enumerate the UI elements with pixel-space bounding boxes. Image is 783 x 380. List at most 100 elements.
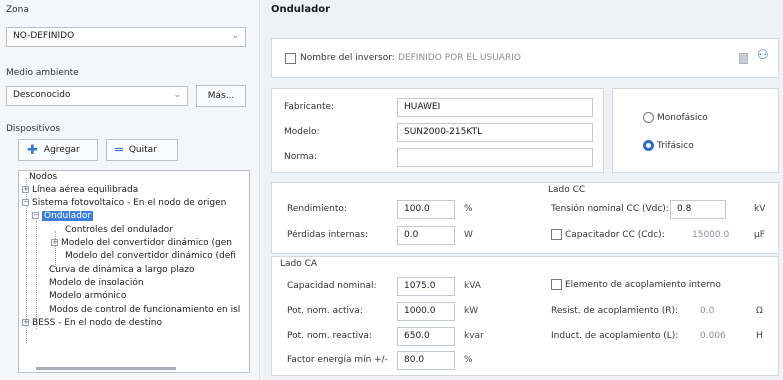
tree-item[interactable]: Curva de dinámica a largo plazo	[49, 265, 195, 275]
capacitador-label: Capacitador CC (Cdc):	[565, 230, 665, 240]
scrollbar-thumb[interactable]	[36, 367, 176, 370]
pot-reactiva-input[interactable]: 650.0	[397, 327, 455, 346]
rendimiento-label: Rendimiento:	[287, 204, 347, 214]
lado-cc-label: Lado CC	[548, 185, 586, 195]
zona-value: NO-DEFINIDO	[13, 31, 75, 41]
lado-ca-label: Lado CA	[280, 259, 318, 269]
mas-button[interactable]: Más...	[196, 85, 246, 107]
network-icon[interactable]: ⚇	[757, 48, 769, 63]
capacitador-unit: µF	[754, 230, 765, 240]
tree-item[interactable]: + Línea aérea equilibrada	[22, 185, 138, 195]
pot-activa-input[interactable]: 1000.0	[397, 302, 455, 321]
tree-item-label: BESS - En el nodo de destino	[32, 318, 162, 328]
pot-reactiva-label: Pot. nom. reactiva:	[287, 331, 372, 341]
tree-item[interactable]: Modelo armónico	[49, 291, 126, 301]
pot-reactiva-unit: kvar	[464, 331, 484, 341]
expand-icon[interactable]: +	[51, 239, 58, 246]
nombre-value: DEFINIDO POR EL USUARIO	[398, 53, 521, 63]
factor-input[interactable]: 80.0	[397, 351, 455, 370]
perdidas-input[interactable]: 0.0	[397, 226, 455, 245]
tension-unit: kV	[754, 204, 766, 214]
perdidas-unit: W	[464, 230, 473, 240]
plus-icon: ✚	[27, 142, 38, 158]
expand-icon[interactable]: +	[22, 186, 29, 193]
rendimiento-input[interactable]: 100.0	[397, 200, 455, 219]
norma-label: Norma:	[284, 152, 318, 162]
induct-label: Induct. de acoplamiento (L):	[551, 331, 679, 341]
tree-item-selected[interactable]: − Ondulador	[32, 211, 94, 221]
performance-panel: Rendimiento: 100.0 % Pérdidas internas: …	[271, 182, 779, 254]
nombre-label: Nombre del inversor:	[300, 53, 395, 63]
tree-item[interactable]: Modelo de insolación	[49, 278, 144, 288]
capacitador-value: 15000.0	[692, 230, 730, 240]
page-title: Ondulador	[271, 4, 331, 15]
lado-ca-panel: Lado CA Capacidad nominal: 1075.0 kVA Po…	[271, 256, 779, 376]
monofasico-radio[interactable]	[643, 112, 654, 123]
tree-line	[36, 221, 37, 329]
resist-unit: Ω	[756, 306, 763, 316]
capacidad-label: Capacidad nominal:	[287, 281, 377, 291]
norma-input[interactable]	[397, 148, 593, 167]
tree-item-label: Sistema fotovoltaico - En el nodo de ori…	[32, 198, 227, 208]
modelo-label: Modelo:	[284, 127, 320, 137]
collapse-icon[interactable]: −	[22, 199, 29, 206]
monofasico-label: Monofásico	[657, 113, 708, 123]
minus-icon: ═	[115, 142, 123, 158]
library-icon[interactable]	[739, 53, 748, 64]
factor-label: Factor energía mín	[287, 355, 372, 365]
capacidad-unit: kVA	[464, 281, 481, 291]
right-panel: Ondulador Nombre del inversor: DEFINIDO …	[263, 0, 783, 380]
quitar-button[interactable]: ═ Quitar	[106, 139, 178, 161]
modelo-input[interactable]: SUN2000-215KTL	[397, 123, 593, 142]
trifasico-radio[interactable]	[643, 140, 654, 151]
rendimiento-unit: %	[464, 204, 473, 214]
tree-horizontal-scrollbar[interactable]	[18, 363, 250, 373]
tree-item[interactable]: Modos de control de funcionamiento en is…	[49, 305, 240, 315]
tree-line	[55, 231, 56, 269]
tree-item-label: Modelo del convertidor dinámico (gen	[61, 238, 233, 248]
dispositivos-label: Dispositivos	[6, 124, 61, 134]
pot-activa-label: Pot. nom. activa:	[287, 306, 363, 316]
left-panel: Zona NO-DEFINIDO ⌄ Medio ambiente Descon…	[0, 0, 260, 380]
tree-item-label: Ondulador	[42, 211, 94, 221]
factor-unit: %	[464, 355, 473, 365]
tree-item[interactable]: Modelo del convertidor dinámico (defi	[65, 251, 236, 261]
medio-select[interactable]: Desconocido ⌄	[6, 86, 188, 106]
expand-icon[interactable]: +	[22, 319, 29, 326]
capacitador-checkbox[interactable]	[551, 229, 562, 240]
fabricante-panel: Fabricante: HUAWEI Modelo: SUN2000-215KT…	[271, 88, 604, 173]
tree-item[interactable]: Nodos	[29, 172, 57, 182]
zona-select[interactable]: NO-DEFINIDO ⌄	[6, 27, 246, 47]
mas-label: Más...	[207, 91, 235, 101]
elemento-checkbox[interactable]	[551, 279, 562, 290]
resist-value: 0.0	[700, 306, 715, 316]
nombre-checkbox[interactable]	[285, 53, 296, 64]
tree-item[interactable]: + BESS - En el nodo de destino	[22, 318, 162, 328]
phase-panel: Monofásico Trifásico	[612, 88, 779, 173]
medio-label: Medio ambiente	[6, 68, 79, 78]
tension-label: Tensión nominal CC (Vdc):	[551, 204, 669, 214]
induct-unit: H	[756, 331, 763, 341]
tree-item[interactable]: + Modelo del convertidor dinámico (gen	[51, 238, 232, 248]
tension-input[interactable]: 0.8	[670, 200, 726, 219]
perdidas-label: Pérdidas internas:	[287, 230, 368, 240]
devices-tree[interactable]: Nodos + Línea aérea equilibrada − Sistema …	[18, 170, 250, 373]
collapse-icon[interactable]: −	[32, 212, 39, 219]
agregar-button[interactable]: ✚ Agregar	[18, 139, 98, 161]
tree-item[interactable]: Controles del ondulador	[65, 225, 173, 235]
trifasico-label: Trifásico	[657, 141, 694, 151]
resist-label: Resist. de acoplamiento (R):	[551, 306, 679, 316]
capacidad-input[interactable]: 1075.0	[397, 277, 455, 296]
agregar-label: Agregar	[43, 145, 80, 155]
medio-value: Desconocido	[13, 90, 71, 100]
fabricante-label: Fabricante:	[284, 102, 335, 112]
tree-item[interactable]: − Sistema fotovoltaico - En el nodo de or…	[22, 198, 226, 208]
factor-plus-minus: +/-	[374, 355, 388, 365]
zona-label: Zona	[6, 5, 29, 15]
fabricante-input[interactable]: HUAWEI	[397, 98, 593, 117]
pot-activa-unit: kW	[464, 306, 479, 316]
quitar-label: Quitar	[128, 145, 157, 155]
induct-value: 0.006	[700, 331, 726, 341]
chevron-down-icon: ⌄	[231, 31, 239, 41]
elemento-label: Elemento de acoplamiento interno	[565, 280, 721, 290]
